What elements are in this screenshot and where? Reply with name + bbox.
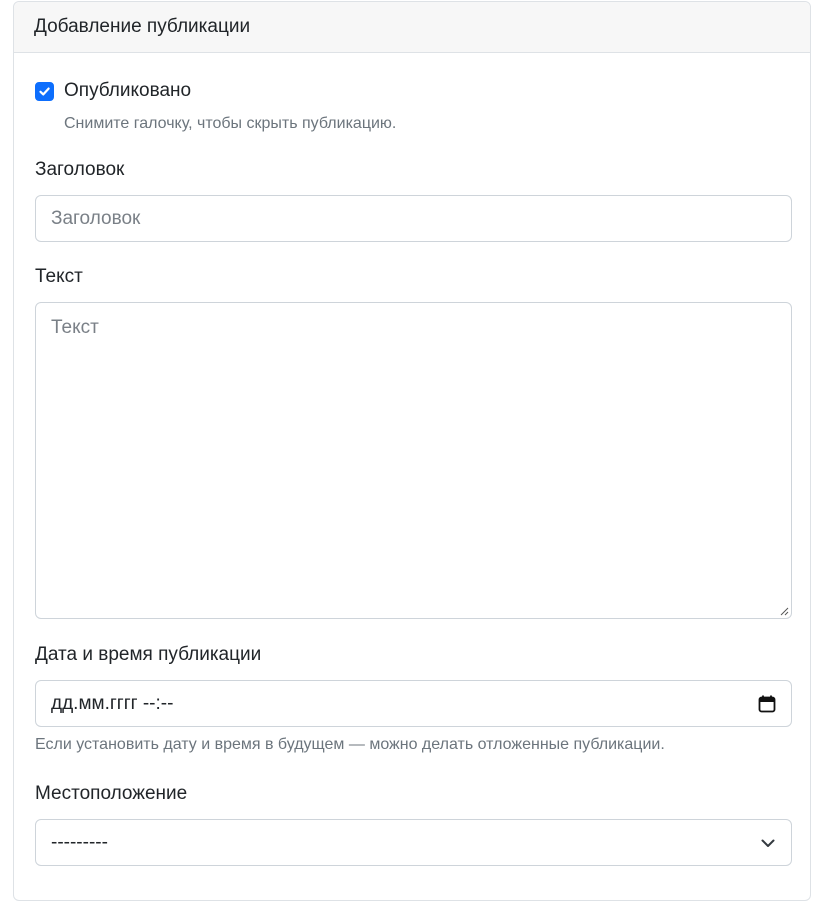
add-publication-card: Добавление публикации Опубликовано Сними… (13, 1, 811, 901)
title-label: Заголовок (35, 159, 125, 180)
text-textarea[interactable] (35, 302, 792, 619)
pub-date-value: дд.мм.гггг --:-- (51, 692, 174, 714)
published-label[interactable]: Опубликовано (64, 80, 191, 102)
published-help-text: Снимите галочку, чтобы скрыть публикацию… (64, 115, 397, 132)
pub-date-label: Дата и время публикации (35, 644, 262, 665)
chevron-down-icon (761, 839, 775, 847)
check-icon (39, 87, 50, 95)
location-select[interactable]: --------- (35, 819, 792, 866)
pub-date-input[interactable]: дд.мм.гггг --:-- (35, 680, 792, 727)
resize-handle-icon[interactable] (779, 606, 789, 616)
published-checkbox-row[interactable]: Опубликовано (35, 80, 191, 102)
location-selected-value: --------- (51, 831, 108, 853)
card-title: Добавление публикации (34, 16, 251, 37)
published-checkbox[interactable] (35, 81, 54, 101)
pub-date-help-text: Если установить дату и время в будущем —… (35, 736, 665, 753)
text-label: Текст (35, 266, 83, 287)
title-input[interactable] (35, 195, 792, 242)
location-label: Местоположение (35, 783, 188, 804)
calendar-icon[interactable] (758, 695, 776, 713)
card-header: Добавление публикации (14, 2, 810, 53)
